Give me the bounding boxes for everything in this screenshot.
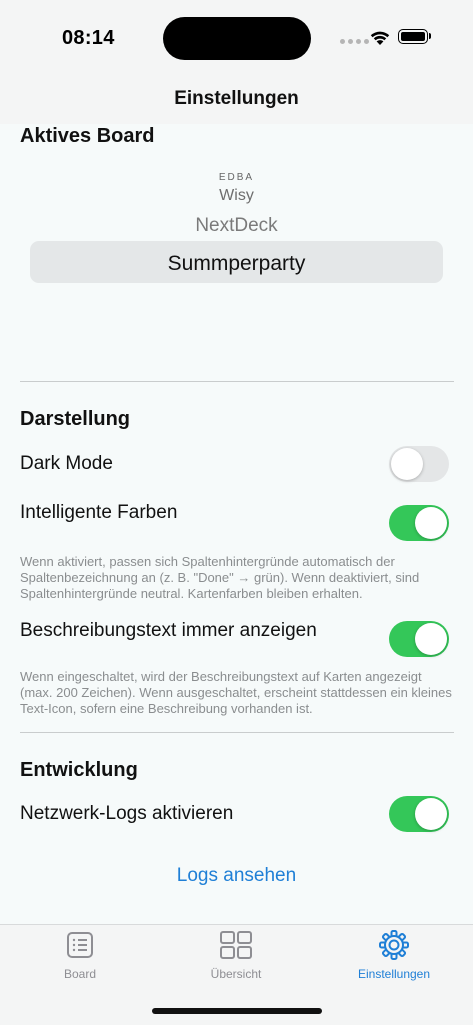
gear-icon	[314, 928, 473, 962]
tab-settings-label: Einstellungen	[357, 967, 431, 981]
tab-overview-label: Übersicht	[210, 967, 262, 981]
dark-mode-toggle[interactable]	[389, 446, 449, 482]
network-logs-label: Netzwerk-Logs aktivieren	[20, 803, 234, 824]
tab-settings[interactable]: Einstellungen	[314, 928, 473, 981]
section-title-development: Entwicklung	[20, 759, 138, 781]
picker-option[interactable]: EDBA	[0, 172, 473, 183]
section-title-display: Darstellung	[20, 408, 131, 430]
tab-board-label: Board	[63, 967, 97, 981]
home-indicator	[152, 1008, 322, 1014]
smart-colors-label: Intelligente Farben	[20, 502, 178, 523]
network-logs-toggle[interactable]	[389, 796, 449, 832]
grid-icon	[156, 928, 316, 962]
list-icon	[0, 928, 160, 962]
section-title-active-board: Aktives Board	[20, 125, 155, 147]
section-divider	[20, 732, 454, 733]
page-title: Einstellungen	[174, 88, 299, 109]
picker-option[interactable]: NextDeck	[0, 215, 473, 237]
dynamic-island	[163, 17, 311, 60]
tab-board[interactable]: Board	[0, 928, 160, 981]
dark-mode-label: Dark Mode	[20, 453, 113, 474]
section-divider	[20, 381, 454, 382]
battery-icon	[398, 29, 428, 44]
wifi-icon	[369, 28, 391, 51]
tab-overview[interactable]: Übersicht	[156, 928, 316, 981]
description-text-footnote: Wenn eingeschaltet, wird der Beschreibun…	[20, 669, 452, 716]
description-text-label: Beschreibungstext immer anzeigen	[20, 620, 317, 641]
smart-colors-toggle[interactable]	[389, 505, 449, 541]
cellular-signal-icon	[340, 39, 369, 44]
smart-colors-footnote: Wenn aktiviert, passen sich Spaltenhinte…	[20, 554, 420, 601]
view-logs-link[interactable]: Logs ansehen	[0, 865, 473, 887]
status-time: 08:14	[62, 27, 115, 49]
description-text-toggle[interactable]	[389, 621, 449, 657]
picker-selected-option[interactable]: Summperparty	[0, 252, 473, 276]
picker-option[interactable]: Wisy	[0, 187, 473, 205]
